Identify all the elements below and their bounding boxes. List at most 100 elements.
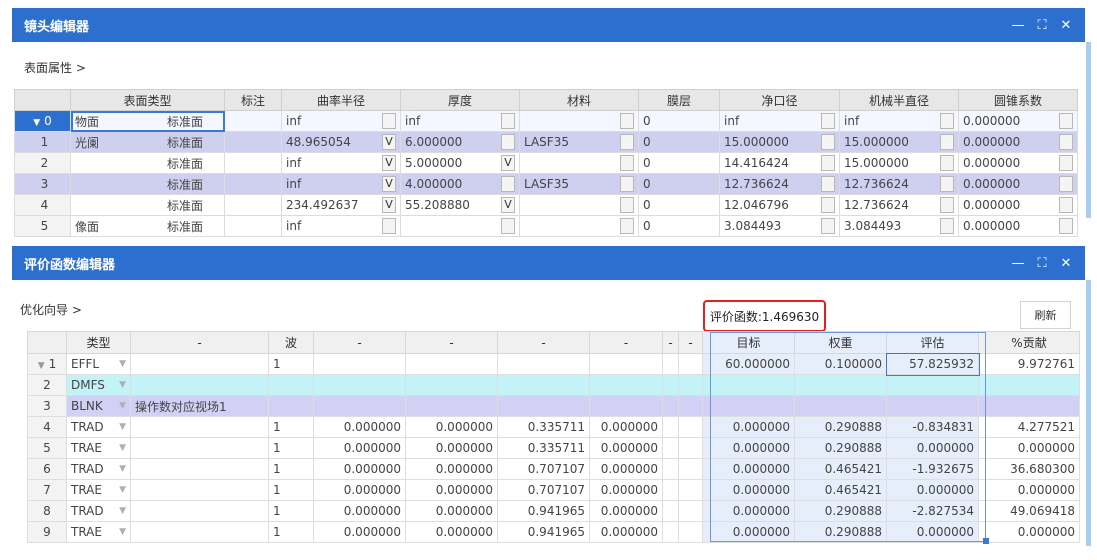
operand-weight-cell[interactable]: [794, 395, 887, 417]
optimization-wizard-link[interactable]: 优化向导 >: [20, 301, 82, 318]
close-icon[interactable]: ✕: [1059, 256, 1073, 271]
operand-param-cell[interactable]: 0.000000: [589, 521, 663, 543]
operand-wave-cell[interactable]: 1: [268, 416, 314, 438]
merit-row[interactable]: 2 DMFS ▼: [27, 374, 1080, 396]
operand-type-cell[interactable]: TRAE ▼: [66, 521, 131, 543]
solve-box[interactable]: [620, 155, 634, 171]
operand-wave-cell[interactable]: 1: [268, 521, 314, 543]
merit-row[interactable]: 8 TRAD ▼ 1 0.000000 0.000000 0.941965 0.000000 0…: [27, 500, 1080, 522]
solve-box[interactable]: [501, 113, 515, 129]
merit-header-value[interactable]: 评估: [886, 331, 979, 354]
operand-value-cell[interactable]: 0.000000: [886, 437, 979, 459]
thickness-cell[interactable]: 55.208880 V: [400, 194, 520, 216]
operand-target-cell[interactable]: [702, 374, 795, 396]
operand-weight-cell[interactable]: [794, 374, 887, 396]
operand-param-cell[interactable]: [497, 395, 590, 417]
coating-cell[interactable]: 0: [638, 131, 720, 153]
operand-value-cell[interactable]: -1.932675: [886, 458, 979, 480]
operand-comment-cell[interactable]: [130, 416, 269, 438]
merit-header-col6[interactable]: -: [589, 331, 663, 354]
solve-box[interactable]: [1059, 176, 1073, 192]
operand-value-cell[interactable]: -2.827534: [886, 500, 979, 522]
solve-box[interactable]: V: [501, 197, 515, 213]
operand-param-cell[interactable]: [662, 479, 679, 501]
solve-box[interactable]: V: [382, 134, 396, 150]
operand-param-cell[interactable]: 0.000000: [405, 500, 498, 522]
operand-wave-cell[interactable]: 1: [268, 458, 314, 480]
surface-header-note[interactable]: 标注: [224, 89, 282, 111]
operand-weight-cell[interactable]: 0.290888: [794, 416, 887, 438]
operand-param-cell[interactable]: 0.941965: [497, 521, 590, 543]
operand-contrib-cell[interactable]: 36.680300: [978, 458, 1080, 480]
operand-param-cell[interactable]: [589, 395, 663, 417]
surface-row[interactable]: 2 标准面 inf V 5.000000 V 0 14.416424 15.000000 0.00…: [14, 152, 1078, 174]
operand-target-cell[interactable]: 0.000000: [702, 479, 795, 501]
operand-param-cell[interactable]: 0.000000: [405, 458, 498, 480]
operand-value-cell[interactable]: -0.834831: [886, 416, 979, 438]
operand-wave-cell[interactable]: 1: [268, 500, 314, 522]
maximize-icon[interactable]: ⛶: [1035, 256, 1049, 271]
coating-cell[interactable]: 0: [638, 173, 720, 195]
operand-type-cell[interactable]: TRAD ▼: [66, 458, 131, 480]
thickness-cell[interactable]: inf: [400, 110, 520, 132]
operand-param-cell[interactable]: [662, 416, 679, 438]
surface-header-material[interactable]: 材料: [519, 89, 639, 111]
solve-box[interactable]: V: [501, 155, 515, 171]
operand-param-cell[interactable]: [662, 521, 679, 543]
material-cell[interactable]: [519, 152, 639, 174]
surface-type-cell[interactable]: 物面 标准面: [70, 110, 225, 132]
mech-semi-dia-cell[interactable]: 12.736624: [839, 194, 959, 216]
close-icon[interactable]: ✕: [1059, 18, 1073, 33]
merit-row-number[interactable]: 4: [27, 416, 67, 438]
operand-param-cell[interactable]: 0.000000: [589, 479, 663, 501]
operand-param-cell[interactable]: 0.000000: [405, 437, 498, 459]
clear-aperture-cell[interactable]: inf: [719, 110, 840, 132]
operand-param-cell[interactable]: 0.000000: [589, 500, 663, 522]
operand-target-cell[interactable]: [702, 395, 795, 417]
surface-row[interactable]: 1 光阑 标准面 48.965054 V 6.000000 LASF35 0 15.000000…: [14, 131, 1078, 153]
solve-box[interactable]: [620, 134, 634, 150]
operand-wave-cell[interactable]: 1: [268, 353, 314, 375]
chevron-down-icon[interactable]: ▼: [119, 380, 126, 390]
solve-box[interactable]: [382, 113, 396, 129]
surface-row-number[interactable]: 5: [14, 215, 71, 237]
conic-cell[interactable]: 0.000000: [958, 215, 1078, 237]
merit-row[interactable]: 5 TRAE ▼ 1 0.000000 0.000000 0.335711 0.000000 0…: [27, 437, 1080, 459]
solve-box[interactable]: [1059, 197, 1073, 213]
operand-param-cell[interactable]: [678, 374, 703, 396]
thickness-cell[interactable]: [400, 215, 520, 237]
solve-box[interactable]: [501, 218, 515, 234]
surface-type-cell[interactable]: 标准面: [70, 194, 225, 216]
operand-param-cell[interactable]: 0.335711: [497, 437, 590, 459]
operand-param-cell[interactable]: [678, 521, 703, 543]
operand-param-cell[interactable]: 0.000000: [313, 500, 406, 522]
merit-row[interactable]: ▼ 1 EFFL ▼ 1 60.000000 0.100000 57.825932 9.9727…: [27, 352, 1080, 376]
surface-row[interactable]: 3 标准面 inf V 4.000000 LASF35 0 12.736624 12.73662…: [14, 173, 1078, 195]
operand-comment-cell[interactable]: [130, 521, 269, 543]
mech-semi-dia-cell[interactable]: 15.000000: [839, 152, 959, 174]
operand-type-cell[interactable]: TRAD ▼: [66, 416, 131, 438]
clear-aperture-cell[interactable]: 14.416424: [719, 152, 840, 174]
merit-row[interactable]: 4 TRAD ▼ 1 0.000000 0.000000 0.335711 0.000000 0…: [27, 416, 1080, 438]
operand-param-cell[interactable]: [589, 353, 663, 375]
merit-header-col5[interactable]: -: [497, 331, 590, 354]
surface-note-cell[interactable]: [224, 215, 282, 237]
solve-box[interactable]: [940, 176, 954, 192]
solve-box[interactable]: V: [382, 197, 396, 213]
radius-cell[interactable]: inf V: [281, 152, 401, 174]
merit-header-col1[interactable]: -: [130, 331, 269, 354]
operand-weight-cell[interactable]: 0.465421: [794, 479, 887, 501]
surface-row-number[interactable]: 2: [14, 152, 71, 174]
operand-contrib-cell[interactable]: 49.069418: [978, 500, 1080, 522]
clear-aperture-cell[interactable]: 3.084493: [719, 215, 840, 237]
operand-comment-cell[interactable]: 操作数对应视场1: [130, 395, 269, 417]
mech-semi-dia-cell[interactable]: 3.084493: [839, 215, 959, 237]
surface-row[interactable]: 5 像面 标准面 inf 0 3.084493 3.084493 0.000000: [14, 215, 1078, 237]
solve-box[interactable]: [940, 134, 954, 150]
thickness-cell[interactable]: 4.000000: [400, 173, 520, 195]
solve-box[interactable]: [501, 176, 515, 192]
operand-param-cell[interactable]: [678, 416, 703, 438]
surface-header-type[interactable]: 表面类型: [70, 89, 225, 111]
operand-contrib-cell[interactable]: 9.972761: [978, 353, 1080, 375]
solve-box[interactable]: [620, 176, 634, 192]
